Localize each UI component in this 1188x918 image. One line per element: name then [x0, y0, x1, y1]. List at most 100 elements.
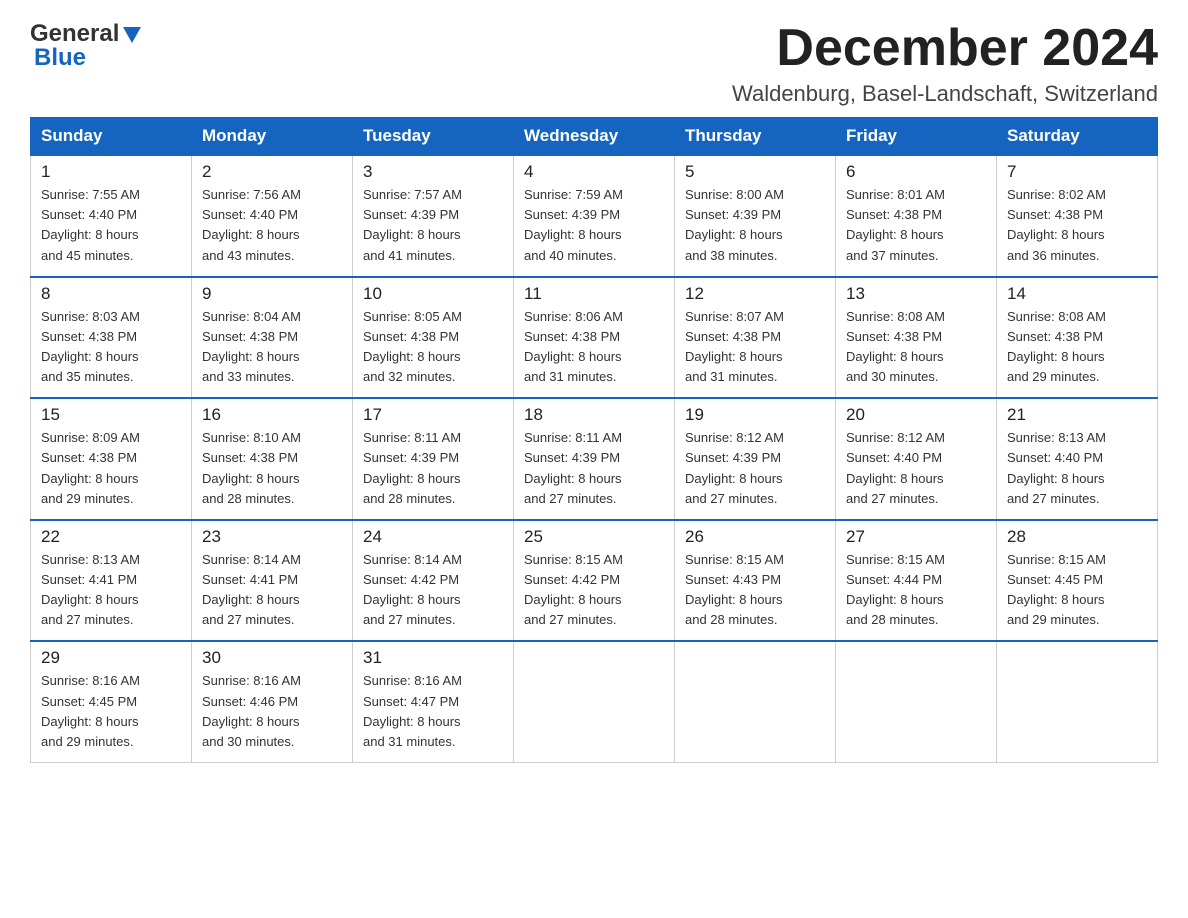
month-title: December 2024: [732, 20, 1158, 77]
day-info: Sunrise: 8:13 AMSunset: 4:40 PMDaylight:…: [1007, 428, 1147, 509]
calendar-day-cell: 25Sunrise: 8:15 AMSunset: 4:42 PMDayligh…: [514, 520, 675, 642]
calendar-table: SundayMondayTuesdayWednesdayThursdayFrid…: [30, 117, 1158, 763]
calendar-day-cell: 30 Sunrise: 8:16 AMSunset: 4:46 PMDayligh…: [192, 641, 353, 762]
day-number: 15: [41, 405, 181, 425]
day-number: 6: [846, 162, 986, 182]
calendar-day-cell: 22 Sunrise: 8:13 AMSunset: 4:41 PMDayligh…: [31, 520, 192, 642]
calendar-day-cell: 27Sunrise: 8:15 AMSunset: 4:44 PMDayligh…: [836, 520, 997, 642]
calendar-week-row: 29 Sunrise: 8:16 AMSunset: 4:45 PMDayligh…: [31, 641, 1158, 762]
day-number: 17: [363, 405, 503, 425]
column-header-thursday: Thursday: [675, 118, 836, 156]
day-number: 19: [685, 405, 825, 425]
calendar-day-cell: 15 Sunrise: 8:09 AMSunset: 4:38 PMDayligh…: [31, 398, 192, 520]
day-info: Sunrise: 8:11 AMSunset: 4:39 PMDaylight:…: [363, 428, 503, 509]
title-area: December 2024 Waldenburg, Basel-Landscha…: [732, 20, 1158, 107]
day-info: Sunrise: 7:59 AMSunset: 4:39 PMDaylight:…: [524, 185, 664, 266]
day-info: Sunrise: 8:08 AMSunset: 4:38 PMDaylight:…: [1007, 307, 1147, 388]
day-info: Sunrise: 8:11 AMSunset: 4:39 PMDaylight:…: [524, 428, 664, 509]
calendar-day-cell: 2Sunrise: 7:56 AMSunset: 4:40 PMDaylight…: [192, 155, 353, 277]
logo: General Blue: [30, 20, 143, 72]
day-info: Sunrise: 8:16 AMSunset: 4:47 PMDaylight:…: [363, 671, 503, 752]
calendar-week-row: 15 Sunrise: 8:09 AMSunset: 4:38 PMDayligh…: [31, 398, 1158, 520]
calendar-week-row: 8Sunrise: 8:03 AMSunset: 4:38 PMDaylight…: [31, 277, 1158, 399]
day-info: Sunrise: 8:12 AMSunset: 4:39 PMDaylight:…: [685, 428, 825, 509]
day-number: 10: [363, 284, 503, 304]
logo-blue-text: Blue: [34, 44, 86, 72]
day-info: Sunrise: 8:02 AMSunset: 4:38 PMDaylight:…: [1007, 185, 1147, 266]
day-info: Sunrise: 8:04 AMSunset: 4:38 PMDaylight:…: [202, 307, 342, 388]
calendar-day-cell: 31 Sunrise: 8:16 AMSunset: 4:47 PMDayligh…: [353, 641, 514, 762]
day-info: Sunrise: 8:13 AMSunset: 4:41 PMDaylight:…: [41, 550, 181, 631]
day-number: 12: [685, 284, 825, 304]
day-info: Sunrise: 8:05 AMSunset: 4:38 PMDaylight:…: [363, 307, 503, 388]
column-header-sunday: Sunday: [31, 118, 192, 156]
day-number: 21: [1007, 405, 1147, 425]
day-info: Sunrise: 8:07 AMSunset: 4:38 PMDaylight:…: [685, 307, 825, 388]
day-info: Sunrise: 7:57 AMSunset: 4:39 PMDaylight:…: [363, 185, 503, 266]
column-header-saturday: Saturday: [997, 118, 1158, 156]
calendar-day-cell: 7Sunrise: 8:02 AMSunset: 4:38 PMDaylight…: [997, 155, 1158, 277]
day-info: Sunrise: 7:55 AMSunset: 4:40 PMDaylight:…: [41, 185, 181, 266]
calendar-day-cell: 24Sunrise: 8:14 AMSunset: 4:42 PMDayligh…: [353, 520, 514, 642]
calendar-day-cell: [997, 641, 1158, 762]
column-header-wednesday: Wednesday: [514, 118, 675, 156]
page-header: General Blue December 2024 Waldenburg, B…: [30, 20, 1158, 107]
day-number: 31: [363, 648, 503, 668]
day-info: Sunrise: 8:10 AMSunset: 4:38 PMDaylight:…: [202, 428, 342, 509]
day-info: Sunrise: 8:15 AMSunset: 4:45 PMDaylight:…: [1007, 550, 1147, 631]
calendar-day-cell: 18 Sunrise: 8:11 AMSunset: 4:39 PMDayligh…: [514, 398, 675, 520]
day-number: 22: [41, 527, 181, 547]
calendar-day-cell: 29 Sunrise: 8:16 AMSunset: 4:45 PMDayligh…: [31, 641, 192, 762]
calendar-day-cell: 3 Sunrise: 7:57 AMSunset: 4:39 PMDaylight…: [353, 155, 514, 277]
calendar-day-cell: 12 Sunrise: 8:07 AMSunset: 4:38 PMDayligh…: [675, 277, 836, 399]
day-info: Sunrise: 8:14 AMSunset: 4:42 PMDaylight:…: [363, 550, 503, 631]
calendar-header-row: SundayMondayTuesdayWednesdayThursdayFrid…: [31, 118, 1158, 156]
day-number: 26: [685, 527, 825, 547]
calendar-day-cell: 16 Sunrise: 8:10 AMSunset: 4:38 PMDayligh…: [192, 398, 353, 520]
day-number: 27: [846, 527, 986, 547]
calendar-day-cell: 17 Sunrise: 8:11 AMSunset: 4:39 PMDayligh…: [353, 398, 514, 520]
calendar-day-cell: [836, 641, 997, 762]
day-number: 25: [524, 527, 664, 547]
day-info: Sunrise: 8:08 AMSunset: 4:38 PMDaylight:…: [846, 307, 986, 388]
calendar-day-cell: 13 Sunrise: 8:08 AMSunset: 4:38 PMDayligh…: [836, 277, 997, 399]
calendar-day-cell: [675, 641, 836, 762]
day-number: 3: [363, 162, 503, 182]
calendar-day-cell: 26 Sunrise: 8:15 AMSunset: 4:43 PMDayligh…: [675, 520, 836, 642]
day-info: Sunrise: 8:16 AMSunset: 4:46 PMDaylight:…: [202, 671, 342, 752]
day-info: Sunrise: 8:12 AMSunset: 4:40 PMDaylight:…: [846, 428, 986, 509]
calendar-day-cell: 14 Sunrise: 8:08 AMSunset: 4:38 PMDayligh…: [997, 277, 1158, 399]
day-number: 29: [41, 648, 181, 668]
day-info: Sunrise: 8:14 AMSunset: 4:41 PMDaylight:…: [202, 550, 342, 631]
calendar-day-cell: 23Sunrise: 8:14 AMSunset: 4:41 PMDayligh…: [192, 520, 353, 642]
calendar-week-row: 1 Sunrise: 7:55 AMSunset: 4:40 PMDaylight…: [31, 155, 1158, 277]
calendar-day-cell: 21 Sunrise: 8:13 AMSunset: 4:40 PMDayligh…: [997, 398, 1158, 520]
day-number: 9: [202, 284, 342, 304]
calendar-day-cell: 28 Sunrise: 8:15 AMSunset: 4:45 PMDayligh…: [997, 520, 1158, 642]
day-number: 14: [1007, 284, 1147, 304]
day-info: Sunrise: 8:15 AMSunset: 4:43 PMDaylight:…: [685, 550, 825, 631]
day-info: Sunrise: 8:01 AMSunset: 4:38 PMDaylight:…: [846, 185, 986, 266]
calendar-day-cell: 8Sunrise: 8:03 AMSunset: 4:38 PMDaylight…: [31, 277, 192, 399]
calendar-day-cell: 6 Sunrise: 8:01 AMSunset: 4:38 PMDaylight…: [836, 155, 997, 277]
day-info: Sunrise: 8:16 AMSunset: 4:45 PMDaylight:…: [41, 671, 181, 752]
day-number: 30: [202, 648, 342, 668]
calendar-day-cell: 10 Sunrise: 8:05 AMSunset: 4:38 PMDayligh…: [353, 277, 514, 399]
day-number: 13: [846, 284, 986, 304]
calendar-day-cell: 20Sunrise: 8:12 AMSunset: 4:40 PMDayligh…: [836, 398, 997, 520]
calendar-day-cell: [514, 641, 675, 762]
logo-arrow-icon: [121, 23, 143, 45]
calendar-week-row: 22 Sunrise: 8:13 AMSunset: 4:41 PMDayligh…: [31, 520, 1158, 642]
day-number: 1: [41, 162, 181, 182]
day-info: Sunrise: 8:09 AMSunset: 4:38 PMDaylight:…: [41, 428, 181, 509]
day-number: 28: [1007, 527, 1147, 547]
day-number: 8: [41, 284, 181, 304]
day-number: 18: [524, 405, 664, 425]
calendar-day-cell: 4Sunrise: 7:59 AMSunset: 4:39 PMDaylight…: [514, 155, 675, 277]
calendar-day-cell: 5Sunrise: 8:00 AMSunset: 4:39 PMDaylight…: [675, 155, 836, 277]
calendar-day-cell: 11Sunrise: 8:06 AMSunset: 4:38 PMDayligh…: [514, 277, 675, 399]
column-header-monday: Monday: [192, 118, 353, 156]
day-number: 5: [685, 162, 825, 182]
day-number: 16: [202, 405, 342, 425]
calendar-day-cell: 9 Sunrise: 8:04 AMSunset: 4:38 PMDaylight…: [192, 277, 353, 399]
